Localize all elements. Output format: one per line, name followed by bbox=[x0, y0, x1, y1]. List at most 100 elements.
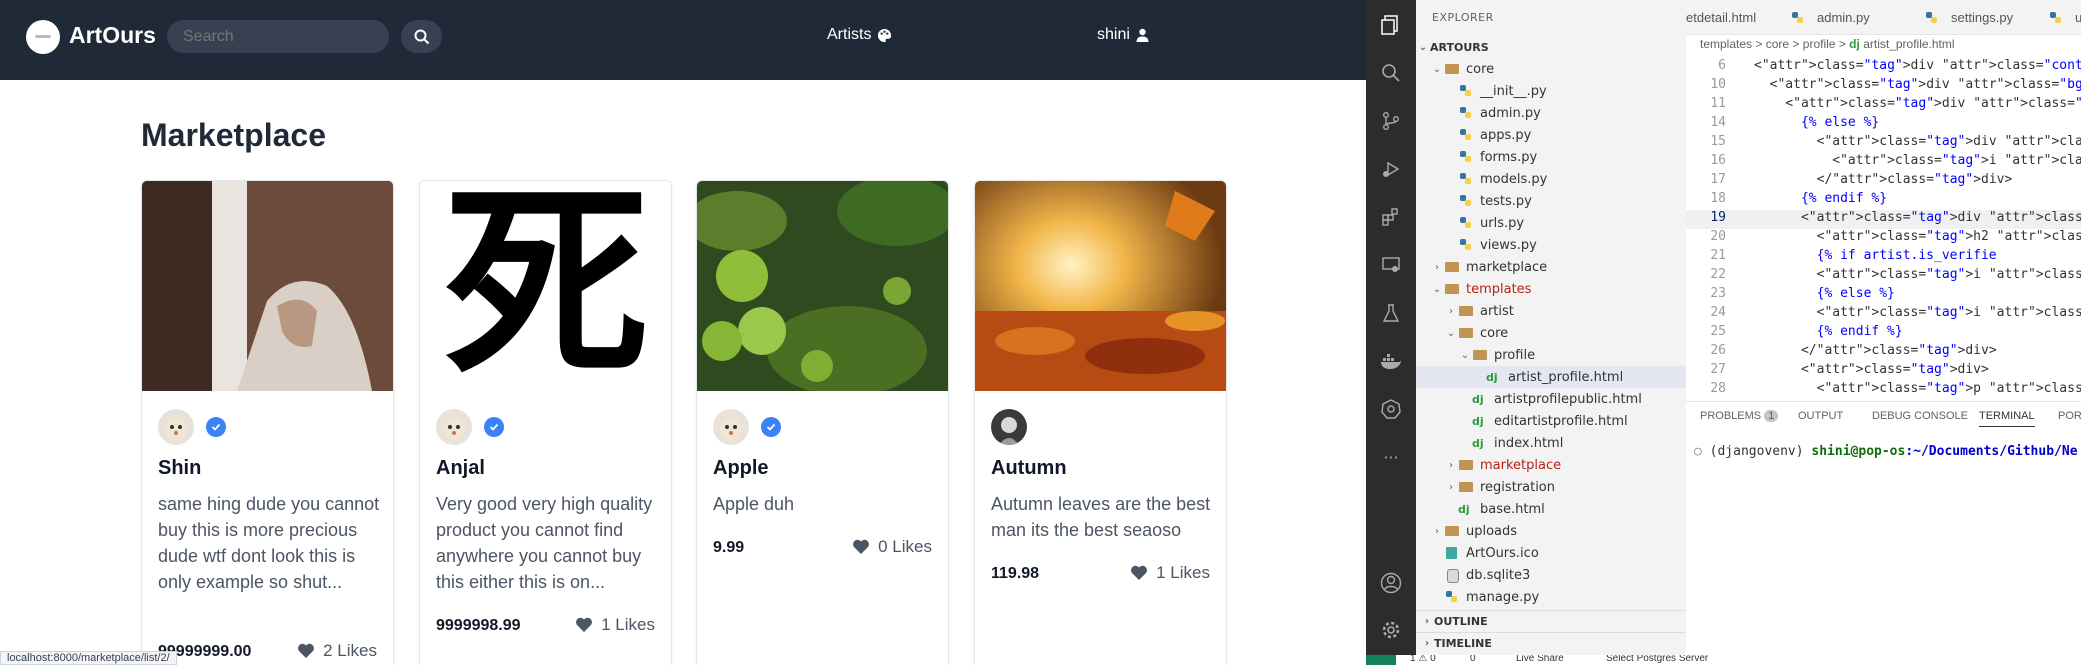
product-image[interactable] bbox=[142, 181, 393, 391]
apple-tree-photo bbox=[697, 181, 948, 391]
code-line[interactable]: 27 <"attr">class="tag">div> bbox=[1686, 362, 2081, 381]
tree-label: core bbox=[1480, 325, 1509, 341]
run-debug-icon[interactable] bbox=[1378, 156, 1404, 182]
code-editor: etdetail.html admin.py settings.py ur te… bbox=[1686, 0, 2081, 655]
code-line[interactable]: 26 </"attr">class="tag">div> bbox=[1686, 343, 2081, 362]
breadcrumb-part[interactable]: core bbox=[1766, 37, 1789, 51]
tab-urls[interactable]: ur bbox=[2048, 0, 2081, 35]
nav-user-link[interactable]: shini bbox=[1097, 26, 1149, 44]
extensions-icon[interactable] bbox=[1378, 204, 1404, 230]
line-number: 17 bbox=[1710, 172, 1726, 187]
status-postgres[interactable]: Select Postgres Server bbox=[1606, 655, 1708, 664]
code-line[interactable]: 21 {% if artist.is_verifie bbox=[1686, 248, 2081, 267]
code-line[interactable]: 17 </"attr">class="tag">div> bbox=[1686, 172, 2081, 191]
tab-debug-console[interactable]: DEBUG CONSOLE bbox=[1872, 410, 1968, 422]
code-line[interactable]: 11 <"attr">class="tag">div "attr">class=… bbox=[1686, 96, 2081, 115]
product-card-shin[interactable]: Shin same hing dude you cannot buy this … bbox=[141, 180, 394, 665]
tab-terminal[interactable]: TERMINAL bbox=[1979, 410, 2035, 427]
tree-label: profile bbox=[1494, 347, 1536, 363]
tab-ports[interactable]: PORTS bbox=[2058, 410, 2081, 422]
search-icon[interactable] bbox=[1378, 60, 1404, 86]
kubernetes-icon[interactable] bbox=[1378, 396, 1404, 422]
more-icon[interactable]: ··· bbox=[1378, 444, 1404, 470]
code-text: <"attr">class="tag">div "attr">class="fl… bbox=[1754, 210, 2081, 225]
card-likes[interactable]: 1 Likes bbox=[575, 615, 655, 635]
line-number: 22 bbox=[1710, 267, 1726, 282]
heart-icon[interactable] bbox=[852, 539, 870, 555]
breadcrumb-part[interactable]: templates bbox=[1700, 37, 1752, 51]
terminal-output[interactable]: ○ (djangovenv) shini@pop-os:~/Documents/… bbox=[1694, 444, 2078, 459]
status-problems[interactable]: 1 ⚠ 0 bbox=[1410, 655, 1436, 664]
product-image[interactable]: 死 bbox=[420, 181, 671, 391]
card-description: Very good very high quality product you … bbox=[436, 494, 653, 592]
code-line[interactable]: 10 <"attr">class="tag">div "attr">class=… bbox=[1686, 77, 2081, 96]
product-image[interactable] bbox=[975, 181, 1226, 391]
card-title[interactable]: Anjal bbox=[436, 457, 485, 480]
folder-icon bbox=[1458, 326, 1474, 340]
logo-icon[interactable] bbox=[26, 20, 60, 54]
tree-label: marketplace bbox=[1466, 259, 1548, 275]
code-line[interactable]: 28 <"attr">class="tag">p "attr">class="t… bbox=[1686, 381, 2081, 400]
product-card-anjal[interactable]: 死 Anjal Very good very high quality prod… bbox=[419, 180, 672, 665]
card-description: same hing dude you cannot buy this is mo… bbox=[158, 494, 380, 592]
tab-settings[interactable]: settings.py bbox=[1924, 0, 2013, 35]
source-control-icon[interactable] bbox=[1378, 108, 1404, 134]
breadcrumb-part[interactable]: artist_profile.html bbox=[1863, 37, 1954, 51]
code-line[interactable]: 14 {% else %} bbox=[1686, 115, 2081, 134]
status-ports[interactable]: 0 bbox=[1470, 655, 1476, 664]
card-likes[interactable]: 2 Likes bbox=[297, 641, 377, 661]
card-likes[interactable]: 1 Likes bbox=[1130, 563, 1210, 583]
code-line[interactable]: 20 <"attr">class="tag">h2 "attr">class="… bbox=[1686, 229, 2081, 248]
product-card-apple[interactable]: Apple Apple duh 9.99 0 Likes bbox=[696, 180, 949, 665]
status-live-share[interactable]: Live Share bbox=[1516, 655, 1564, 664]
chevron-down-icon: ⌄ bbox=[1460, 349, 1470, 361]
heart-icon[interactable] bbox=[575, 617, 593, 633]
heart-icon[interactable] bbox=[1130, 565, 1148, 581]
avatar[interactable] bbox=[713, 409, 749, 445]
account-icon[interactable] bbox=[1378, 570, 1404, 596]
line-number: 23 bbox=[1710, 286, 1726, 301]
brand-name[interactable]: ArtOurs bbox=[69, 22, 156, 49]
code-text: {% if artist.is_verifie bbox=[1754, 248, 1997, 263]
browser-page: ArtOurs Artists shini Marketplace bbox=[0, 0, 1366, 665]
search-input[interactable] bbox=[167, 20, 389, 53]
code-line[interactable]: 22 <"attr">class="tag">i "attr">class="f… bbox=[1686, 267, 2081, 286]
line-number: 10 bbox=[1710, 77, 1726, 92]
code-text: <"attr">class="tag">div "attr">class="co… bbox=[1754, 58, 2081, 73]
code-line[interactable]: 6 <"attr">class="tag">div "attr">class="c… bbox=[1686, 58, 2081, 77]
breadcrumb-part[interactable]: profile bbox=[1803, 37, 1836, 51]
code-line[interactable]: 18 {% endif %} bbox=[1686, 191, 2081, 210]
tree-label: __init__.py bbox=[1480, 83, 1547, 99]
tab-problems[interactable]: PROBLEMS 1 bbox=[1700, 410, 1779, 422]
tab-admin[interactable]: admin.py bbox=[1790, 0, 1870, 35]
nav-artists-link[interactable]: Artists bbox=[827, 26, 892, 44]
product-card-autumn[interactable]: Autumn Autumn leaves are the best man it… bbox=[974, 180, 1227, 665]
remote-indicator-icon[interactable] bbox=[1366, 655, 1396, 665]
card-title[interactable]: Autumn bbox=[991, 457, 1067, 480]
code-line[interactable]: 23 {% else %} bbox=[1686, 286, 2081, 305]
code-line[interactable]: 15 <"attr">class="tag">div "attr">class=… bbox=[1686, 134, 2081, 153]
search-button[interactable] bbox=[401, 20, 442, 53]
docker-icon[interactable] bbox=[1378, 348, 1404, 374]
terminal-cursor-icon: ○ bbox=[1694, 444, 1710, 459]
avatar[interactable] bbox=[991, 409, 1027, 445]
product-image[interactable] bbox=[697, 181, 948, 391]
code-line[interactable]: 24 <"attr">class="tag">i "attr">class="f… bbox=[1686, 305, 2081, 324]
code-line[interactable]: 19 <"attr">class="tag">div "attr">class=… bbox=[1686, 210, 2081, 229]
folder-icon bbox=[1472, 348, 1488, 362]
settings-gear-icon[interactable] bbox=[1378, 617, 1404, 643]
avatar[interactable] bbox=[436, 409, 472, 445]
tab-output[interactable]: OUTPUT bbox=[1798, 410, 1843, 422]
heart-icon[interactable] bbox=[297, 643, 315, 659]
card-likes[interactable]: 0 Likes bbox=[852, 537, 932, 557]
tab-etdetail[interactable]: etdetail.html bbox=[1686, 0, 1756, 35]
code-line[interactable]: 16 <"attr">class="tag">i "attr">class="f… bbox=[1686, 153, 2081, 172]
card-title[interactable]: Shin bbox=[158, 457, 201, 480]
testing-icon[interactable] bbox=[1378, 300, 1404, 326]
line-number: 21 bbox=[1710, 248, 1726, 263]
card-title[interactable]: Apple bbox=[713, 457, 769, 480]
explorer-icon[interactable] bbox=[1378, 12, 1404, 38]
avatar[interactable] bbox=[158, 409, 194, 445]
remote-explorer-icon[interactable] bbox=[1378, 252, 1404, 278]
code-line[interactable]: 25 {% endif %} bbox=[1686, 324, 2081, 343]
